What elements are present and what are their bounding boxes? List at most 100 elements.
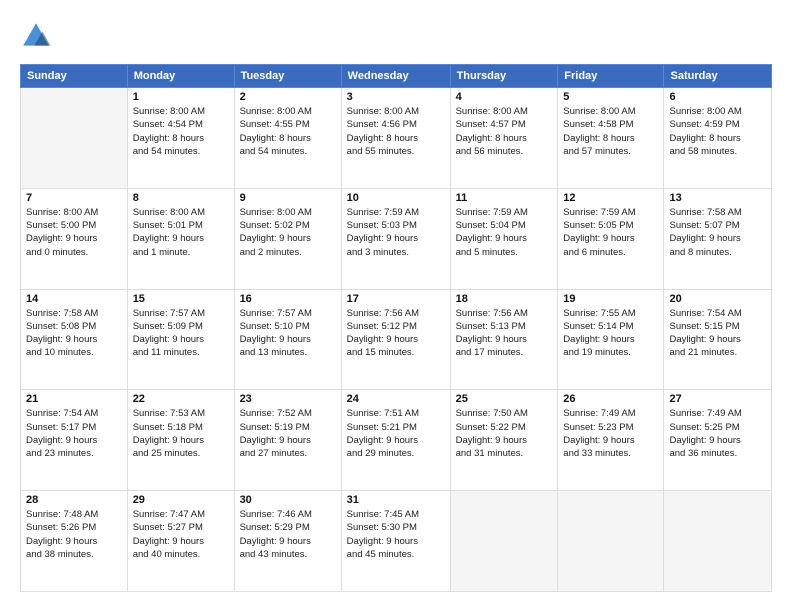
- day-info: Sunrise: 7:55 AM Sunset: 5:14 PM Dayligh…: [563, 307, 658, 360]
- day-number: 29: [133, 494, 229, 506]
- calendar-cell: 29 Sunrise: 7:47 AM Sunset: 5:27 PM Dayli…: [127, 491, 234, 592]
- day-info: Sunrise: 8:00 AM Sunset: 5:02 PM Dayligh…: [240, 206, 336, 259]
- calendar-cell: 16 Sunrise: 7:57 AM Sunset: 5:10 PM Dayli…: [234, 289, 341, 390]
- calendar-cell: 19Sunrise: 7:55 AM Sunset: 5:14 PM Dayli…: [558, 289, 664, 390]
- day-info: Sunrise: 8:00 AM Sunset: 4:55 PM Dayligh…: [240, 105, 336, 158]
- calendar-cell: 1 Sunrise: 8:00 AM Sunset: 4:54 PM Daylig…: [127, 88, 234, 189]
- calendar-cell: 13 Sunrise: 7:58 AM Sunset: 5:07 PM Dayli…: [664, 188, 772, 289]
- calendar-cell: 4 Sunrise: 8:00 AM Sunset: 4:57 PM Daylig…: [450, 88, 558, 189]
- day-info: Sunrise: 7:53 AM Sunset: 5:18 PM Dayligh…: [133, 407, 229, 460]
- day-number: 8: [133, 192, 229, 204]
- day-info: Sunrise: 8:00 AM Sunset: 4:59 PM Dayligh…: [669, 105, 766, 158]
- day-number: 10: [347, 192, 445, 204]
- day-number: 14: [26, 293, 122, 305]
- day-info: Sunrise: 7:56 AM Sunset: 5:12 PM Dayligh…: [347, 307, 445, 360]
- week-row-1: 1 Sunrise: 8:00 AM Sunset: 4:54 PM Daylig…: [21, 88, 772, 189]
- calendar-cell: 23Sunrise: 7:52 AM Sunset: 5:19 PM Dayli…: [234, 390, 341, 491]
- calendar-cell: 27 Sunrise: 7:49 AM Sunset: 5:25 PM Dayli…: [664, 390, 772, 491]
- weekday-header-thursday: Thursday: [450, 65, 558, 88]
- day-info: Sunrise: 7:47 AM Sunset: 5:27 PM Dayligh…: [133, 508, 229, 561]
- day-number: 23: [240, 393, 336, 405]
- calendar-cell: 6Sunrise: 8:00 AM Sunset: 4:59 PM Daylig…: [664, 88, 772, 189]
- weekday-header-tuesday: Tuesday: [234, 65, 341, 88]
- week-row-3: 14 Sunrise: 7:58 AM Sunset: 5:08 PM Dayli…: [21, 289, 772, 390]
- calendar-cell: 28 Sunrise: 7:48 AM Sunset: 5:26 PM Dayli…: [21, 491, 128, 592]
- day-info: Sunrise: 8:00 AM Sunset: 4:57 PM Dayligh…: [456, 105, 553, 158]
- day-info: Sunrise: 7:51 AM Sunset: 5:21 PM Dayligh…: [347, 407, 445, 460]
- day-info: Sunrise: 7:48 AM Sunset: 5:26 PM Dayligh…: [26, 508, 122, 561]
- day-number: 28: [26, 494, 122, 506]
- calendar-cell: 8 Sunrise: 8:00 AM Sunset: 5:01 PM Daylig…: [127, 188, 234, 289]
- calendar-cell: [21, 88, 128, 189]
- day-number: 16: [240, 293, 336, 305]
- day-number: 4: [456, 91, 553, 103]
- calendar-cell: 25 Sunrise: 7:50 AM Sunset: 5:22 PM Dayli…: [450, 390, 558, 491]
- logo: [20, 20, 56, 52]
- weekday-header-row: SundayMondayTuesdayWednesdayThursdayFrid…: [21, 65, 772, 88]
- calendar-cell: 24 Sunrise: 7:51 AM Sunset: 5:21 PM Dayli…: [341, 390, 450, 491]
- day-info: Sunrise: 7:59 AM Sunset: 5:05 PM Dayligh…: [563, 206, 658, 259]
- calendar-cell: 18 Sunrise: 7:56 AM Sunset: 5:13 PM Dayli…: [450, 289, 558, 390]
- calendar-cell: 11 Sunrise: 7:59 AM Sunset: 5:04 PM Dayli…: [450, 188, 558, 289]
- calendar-cell: 3 Sunrise: 8:00 AM Sunset: 4:56 PM Daylig…: [341, 88, 450, 189]
- day-info: Sunrise: 7:58 AM Sunset: 5:08 PM Dayligh…: [26, 307, 122, 360]
- day-info: Sunrise: 8:00 AM Sunset: 5:00 PM Dayligh…: [26, 206, 122, 259]
- weekday-header-monday: Monday: [127, 65, 234, 88]
- day-info: Sunrise: 7:45 AM Sunset: 5:30 PM Dayligh…: [347, 508, 445, 561]
- day-number: 22: [133, 393, 229, 405]
- calendar-cell: 21Sunrise: 7:54 AM Sunset: 5:17 PM Dayli…: [21, 390, 128, 491]
- week-row-5: 28 Sunrise: 7:48 AM Sunset: 5:26 PM Dayli…: [21, 491, 772, 592]
- day-number: 13: [669, 192, 766, 204]
- calendar-cell: 5 Sunrise: 8:00 AM Sunset: 4:58 PM Daylig…: [558, 88, 664, 189]
- weekday-header-sunday: Sunday: [21, 65, 128, 88]
- day-info: Sunrise: 8:00 AM Sunset: 5:01 PM Dayligh…: [133, 206, 229, 259]
- weekday-header-saturday: Saturday: [664, 65, 772, 88]
- day-info: Sunrise: 7:56 AM Sunset: 5:13 PM Dayligh…: [456, 307, 553, 360]
- day-info: Sunrise: 7:57 AM Sunset: 5:10 PM Dayligh…: [240, 307, 336, 360]
- week-row-4: 21Sunrise: 7:54 AM Sunset: 5:17 PM Dayli…: [21, 390, 772, 491]
- day-number: 17: [347, 293, 445, 305]
- day-number: 2: [240, 91, 336, 103]
- header: [20, 20, 772, 52]
- calendar-cell: 17 Sunrise: 7:56 AM Sunset: 5:12 PM Dayli…: [341, 289, 450, 390]
- calendar-cell: 9 Sunrise: 8:00 AM Sunset: 5:02 PM Daylig…: [234, 188, 341, 289]
- day-info: Sunrise: 7:59 AM Sunset: 5:03 PM Dayligh…: [347, 206, 445, 259]
- day-number: 11: [456, 192, 553, 204]
- day-info: Sunrise: 7:59 AM Sunset: 5:04 PM Dayligh…: [456, 206, 553, 259]
- calendar-cell: 12Sunrise: 7:59 AM Sunset: 5:05 PM Dayli…: [558, 188, 664, 289]
- day-info: Sunrise: 8:00 AM Sunset: 4:56 PM Dayligh…: [347, 105, 445, 158]
- day-number: 20: [669, 293, 766, 305]
- calendar-cell: 22 Sunrise: 7:53 AM Sunset: 5:18 PM Dayli…: [127, 390, 234, 491]
- day-number: 27: [669, 393, 766, 405]
- calendar-cell: 26 Sunrise: 7:49 AM Sunset: 5:23 PM Dayli…: [558, 390, 664, 491]
- weekday-header-wednesday: Wednesday: [341, 65, 450, 88]
- day-info: Sunrise: 7:46 AM Sunset: 5:29 PM Dayligh…: [240, 508, 336, 561]
- day-number: 3: [347, 91, 445, 103]
- day-info: Sunrise: 7:58 AM Sunset: 5:07 PM Dayligh…: [669, 206, 766, 259]
- day-info: Sunrise: 7:54 AM Sunset: 5:17 PM Dayligh…: [26, 407, 122, 460]
- calendar-cell: 14 Sunrise: 7:58 AM Sunset: 5:08 PM Dayli…: [21, 289, 128, 390]
- day-number: 31: [347, 494, 445, 506]
- day-info: Sunrise: 7:57 AM Sunset: 5:09 PM Dayligh…: [133, 307, 229, 360]
- day-number: 25: [456, 393, 553, 405]
- calendar-cell: 30 Sunrise: 7:46 AM Sunset: 5:29 PM Dayli…: [234, 491, 341, 592]
- day-number: 18: [456, 293, 553, 305]
- day-info: Sunrise: 8:00 AM Sunset: 4:54 PM Dayligh…: [133, 105, 229, 158]
- day-info: Sunrise: 7:50 AM Sunset: 5:22 PM Dayligh…: [456, 407, 553, 460]
- day-number: 9: [240, 192, 336, 204]
- day-info: Sunrise: 7:49 AM Sunset: 5:25 PM Dayligh…: [669, 407, 766, 460]
- day-info: Sunrise: 7:54 AM Sunset: 5:15 PM Dayligh…: [669, 307, 766, 360]
- day-info: Sunrise: 8:00 AM Sunset: 4:58 PM Dayligh…: [563, 105, 658, 158]
- calendar-cell: 10 Sunrise: 7:59 AM Sunset: 5:03 PM Dayli…: [341, 188, 450, 289]
- weekday-header-friday: Friday: [558, 65, 664, 88]
- day-number: 5: [563, 91, 658, 103]
- calendar-cell: 15Sunrise: 7:57 AM Sunset: 5:09 PM Dayli…: [127, 289, 234, 390]
- day-number: 1: [133, 91, 229, 103]
- day-info: Sunrise: 7:49 AM Sunset: 5:23 PM Dayligh…: [563, 407, 658, 460]
- calendar-cell: [450, 491, 558, 592]
- calendar-cell: 2 Sunrise: 8:00 AM Sunset: 4:55 PM Daylig…: [234, 88, 341, 189]
- day-number: 24: [347, 393, 445, 405]
- week-row-2: 7Sunrise: 8:00 AM Sunset: 5:00 PM Daylig…: [21, 188, 772, 289]
- day-number: 26: [563, 393, 658, 405]
- day-number: 30: [240, 494, 336, 506]
